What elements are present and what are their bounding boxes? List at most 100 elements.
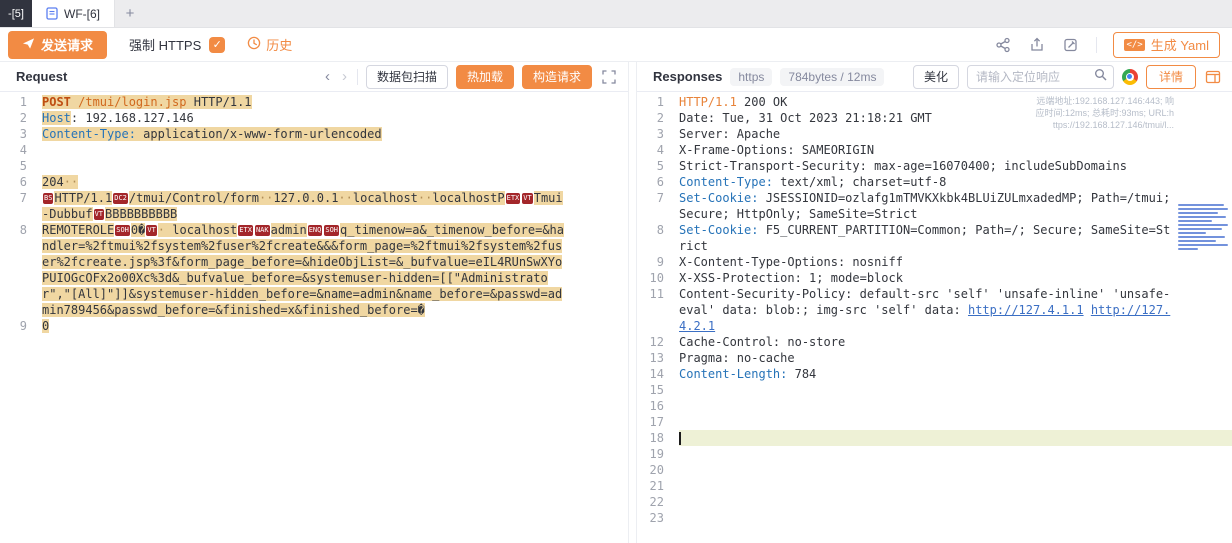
editor-line[interactable]: 1POST /tmui/login.jsp HTTP/1.1 bbox=[0, 94, 628, 110]
editor-line[interactable]: 22 bbox=[637, 494, 1232, 510]
editor-line[interactable]: 12Cache-Control: no-store bbox=[637, 334, 1232, 350]
line-content[interactable] bbox=[679, 510, 1232, 526]
editor-line[interactable]: 9X-Content-Type-Options: nosniff bbox=[637, 254, 1232, 270]
request-header-divider bbox=[357, 69, 358, 85]
beautify-button[interactable]: 美化 bbox=[913, 65, 959, 89]
editor-line[interactable]: 14Content-Length: 784 bbox=[637, 366, 1232, 382]
line-content[interactable]: Set-Cookie: JSESSIONID=ozlafg1mTMVKXkbk4… bbox=[679, 190, 1232, 222]
line-content[interactable]: REMOTEROLESOH0�VT· localhostETXNAKadminE… bbox=[42, 222, 628, 318]
line-content[interactable]: Host: 192.168.127.146 bbox=[42, 110, 628, 126]
hot-reload-button[interactable]: 热加载 bbox=[456, 65, 514, 89]
send-request-button[interactable]: 发送请求 bbox=[8, 31, 107, 59]
code-token: localhost bbox=[165, 223, 237, 237]
line-content[interactable]: BSHTTP/1.1DC2/tmui/Control/form··127.0.0… bbox=[42, 190, 628, 222]
details-button[interactable]: 详情 bbox=[1146, 65, 1196, 89]
editor-line[interactable]: 90 bbox=[0, 318, 628, 334]
line-content[interactable]: Content-Type: text/xml; charset=utf-8 bbox=[679, 174, 1232, 190]
history-button[interactable]: 历史 bbox=[247, 35, 292, 54]
editor-line[interactable]: 4X-Frame-Options: SAMEORIGIN bbox=[637, 142, 1232, 158]
editor-line[interactable]: 18 bbox=[637, 430, 1232, 446]
line-content[interactable] bbox=[679, 462, 1232, 478]
editor-line[interactable]: 3Server: Apache bbox=[637, 126, 1232, 142]
editor-line[interactable]: 7Set-Cookie: JSESSIONID=ozlafg1mTMVKXkbk… bbox=[637, 190, 1232, 222]
editor-line[interactable]: 7BSHTTP/1.1DC2/tmui/Control/form··127.0.… bbox=[0, 190, 628, 222]
line-content[interactable]: Content-Length: 784 bbox=[679, 366, 1232, 382]
line-content[interactable]: Content-Type: application/x-www-form-url… bbox=[42, 126, 628, 142]
generate-yaml-button[interactable]: </> 生成 Yaml bbox=[1113, 32, 1220, 58]
tab-wf-6[interactable]: WF-[6] bbox=[32, 0, 115, 27]
line-content[interactable]: Content-Security-Policy: default-src 'se… bbox=[679, 286, 1232, 334]
editor-line[interactable]: 8Set-Cookie: F5_CURRENT_PARTITION=Common… bbox=[637, 222, 1232, 254]
line-content[interactable]: Strict-Transport-Security: max-age=16070… bbox=[679, 158, 1232, 174]
editor-line[interactable]: 23 bbox=[637, 510, 1232, 526]
line-content[interactable] bbox=[679, 398, 1232, 414]
packet-scan-button[interactable]: 数据包扫描 bbox=[366, 65, 448, 89]
editor-line[interactable]: 5 bbox=[0, 158, 628, 174]
line-content[interactable]: X-XSS-Protection: 1; mode=block bbox=[679, 270, 1232, 286]
add-tab-button[interactable]: + bbox=[115, 0, 145, 27]
line-content[interactable] bbox=[42, 142, 628, 158]
editor-line[interactable]: 2Date: Tue, 31 Oct 2023 21:18:21 GMT bbox=[637, 110, 1232, 126]
fullscreen-icon[interactable] bbox=[600, 68, 618, 86]
send-icon bbox=[22, 37, 35, 53]
next-page-button[interactable]: › bbox=[340, 69, 349, 84]
edit-icon[interactable] bbox=[1062, 36, 1080, 54]
editor-line[interactable]: 10X-XSS-Protection: 1; mode=block bbox=[637, 270, 1232, 286]
line-content[interactable]: Pragma: no-cache bbox=[679, 350, 1232, 366]
editor-line[interactable]: 4 bbox=[0, 142, 628, 158]
editor-line[interactable]: 16 bbox=[637, 398, 1232, 414]
chrome-icon[interactable] bbox=[1122, 69, 1138, 85]
response-panel: Responses https 784bytes / 12ms 美化 详情 bbox=[637, 62, 1232, 543]
code-token: 0 bbox=[42, 319, 49, 333]
line-content[interactable] bbox=[679, 382, 1232, 398]
editor-line[interactable]: 11Content-Security-Policy: default-src '… bbox=[637, 286, 1232, 334]
response-editor[interactable]: 1HTTP/1.1 200 OK2Date: Tue, 31 Oct 2023 … bbox=[637, 92, 1232, 543]
editor-line[interactable]: 17 bbox=[637, 414, 1232, 430]
code-token: POST bbox=[42, 95, 78, 109]
line-content[interactable]: X-Frame-Options: SAMEORIGIN bbox=[679, 142, 1232, 158]
line-content[interactable] bbox=[679, 494, 1232, 510]
editor-line[interactable]: 6Content-Type: text/xml; charset=utf-8 bbox=[637, 174, 1232, 190]
line-number: 8 bbox=[0, 222, 42, 318]
line-content[interactable] bbox=[679, 446, 1232, 462]
editor-line[interactable]: 20 bbox=[637, 462, 1232, 478]
editor-line[interactable]: 2Host: 192.168.127.146 bbox=[0, 110, 628, 126]
line-content[interactable]: Date: Tue, 31 Oct 2023 21:18:21 GMT bbox=[679, 110, 1232, 126]
line-content[interactable] bbox=[679, 478, 1232, 494]
editor-line[interactable]: 3Content-Type: application/x-www-form-ur… bbox=[0, 126, 628, 142]
editor-line[interactable]: 19 bbox=[637, 446, 1232, 462]
line-content[interactable] bbox=[42, 158, 628, 174]
prev-page-button[interactable]: ‹ bbox=[323, 69, 332, 84]
line-content[interactable]: Server: Apache bbox=[679, 126, 1232, 142]
corner-tab[interactable]: -[5] bbox=[0, 0, 32, 27]
line-content[interactable]: HTTP/1.1 200 OK bbox=[679, 94, 1232, 110]
line-content[interactable]: 204·· bbox=[42, 174, 628, 190]
editor-line[interactable]: 8REMOTEROLESOH0�VT· localhostETXNAKadmin… bbox=[0, 222, 628, 318]
line-number: 22 bbox=[637, 494, 679, 510]
search-icon[interactable] bbox=[1094, 68, 1107, 86]
line-content[interactable]: 0 bbox=[42, 318, 628, 334]
line-content[interactable] bbox=[679, 430, 1232, 446]
editor-line[interactable]: 21 bbox=[637, 478, 1232, 494]
construct-request-button[interactable]: 构造请求 bbox=[522, 65, 592, 89]
render-view-icon[interactable] bbox=[1204, 68, 1222, 86]
editor-minimap[interactable] bbox=[1178, 204, 1230, 250]
line-content[interactable]: POST /tmui/login.jsp HTTP/1.1 bbox=[42, 94, 628, 110]
editor-line[interactable]: 13Pragma: no-cache bbox=[637, 350, 1232, 366]
line-content[interactable]: Cache-Control: no-store bbox=[679, 334, 1232, 350]
share-icon[interactable] bbox=[994, 36, 1012, 54]
editor-line[interactable]: 15 bbox=[637, 382, 1232, 398]
line-content[interactable] bbox=[679, 414, 1232, 430]
line-content[interactable]: X-Content-Type-Options: nosniff bbox=[679, 254, 1232, 270]
control-char-badge: VT bbox=[146, 225, 156, 236]
line-content[interactable]: Set-Cookie: F5_CURRENT_PARTITION=Common;… bbox=[679, 222, 1232, 254]
request-editor-wrap: 1POST /tmui/login.jsp HTTP/1.12Host: 192… bbox=[0, 92, 628, 543]
force-https-checkbox[interactable]: ✓ bbox=[209, 37, 225, 53]
editor-line[interactable]: 1HTTP/1.1 200 OK bbox=[637, 94, 1232, 110]
panel-splitter[interactable] bbox=[628, 62, 637, 543]
export-icon[interactable] bbox=[1028, 36, 1046, 54]
editor-line[interactable]: 5Strict-Transport-Security: max-age=1607… bbox=[637, 158, 1232, 174]
request-editor[interactable]: 1POST /tmui/login.jsp HTTP/1.12Host: 192… bbox=[0, 92, 628, 543]
editor-line[interactable]: 6204·· bbox=[0, 174, 628, 190]
response-search-input[interactable] bbox=[976, 70, 1094, 84]
